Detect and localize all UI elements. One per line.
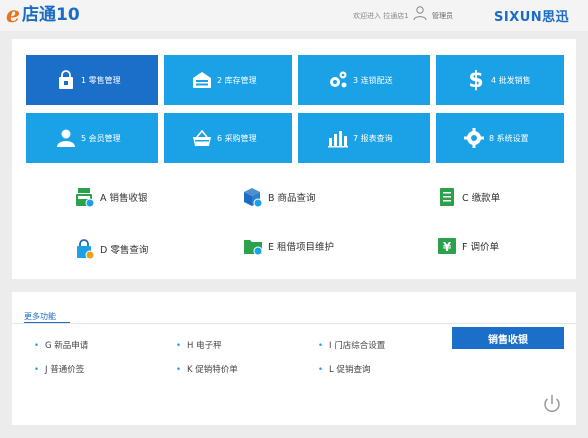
bullet-icon: •	[176, 341, 182, 351]
shortcut-label: B 商品查询	[268, 193, 316, 204]
app-logo: e 店通10	[6, 3, 80, 27]
more-item-electronic-scale[interactable]: • H 电子秤	[176, 339, 222, 351]
shortcut-product-query[interactable]: B 商品查询	[242, 186, 316, 208]
tile-inventory[interactable]: 2 库存管理	[164, 55, 292, 105]
shortcut-rental-maintenance[interactable]: E 租借项目维护	[242, 235, 334, 257]
more-functions-title[interactable]: 更多功能	[24, 311, 56, 322]
shortcut-label: E 租借项目维护	[268, 242, 335, 253]
more-item-price-label[interactable]: • J 普通价签	[34, 363, 84, 375]
tile-label: 7 报表查询	[353, 133, 393, 143]
bullet-icon: •	[318, 365, 324, 375]
tile-settings[interactable]: 8 系统设置	[436, 113, 564, 163]
welcome-text: 欢迎进入 拉通店1	[353, 12, 409, 20]
tile-label: 8 系统设置	[489, 133, 529, 143]
tile-label: 4 批发销售	[491, 75, 531, 85]
more-item-new-product[interactable]: • G 新品申请	[34, 339, 88, 351]
bullet-icon: •	[176, 365, 182, 375]
settings-gear-icon	[462, 126, 486, 150]
tile-label: 2 库存管理	[217, 75, 257, 85]
bullet-icon: •	[318, 341, 324, 351]
cash-register-icon	[76, 188, 95, 208]
gears-icon	[326, 68, 350, 92]
tile-purchase[interactable]: 6 采购管理	[164, 113, 292, 163]
shortcut-sales-cashier[interactable]: A 销售收银	[74, 186, 148, 208]
divider	[12, 323, 576, 324]
price-tag-icon: ¥	[438, 238, 456, 254]
tile-label: 3 连锁配送	[353, 75, 393, 85]
shortcut-payment-slip[interactable]: C 缴款单	[436, 186, 500, 208]
user-icon	[413, 6, 427, 21]
folder-icon	[244, 240, 263, 256]
shortcut-label: D 零售查询	[100, 245, 149, 256]
basket-icon	[190, 126, 214, 150]
tile-distribution[interactable]: 3 连锁配送	[298, 55, 430, 105]
more-item-promo-query[interactable]: • L 促销查询	[318, 363, 370, 375]
shortcut-price-adjustment[interactable]: ¥ F 调价单	[436, 235, 499, 257]
bag-icon	[54, 68, 78, 92]
shortcut-label: F 调价单	[462, 242, 499, 253]
svg-text:¥: ¥	[443, 240, 452, 254]
top-bar: e 店通10 欢迎进入 拉通店1 管理员 SIXUN思迅	[0, 0, 588, 31]
more-functions-panel	[12, 292, 576, 425]
power-icon[interactable]	[541, 393, 563, 415]
product-box-icon	[244, 188, 263, 208]
more-item-promo-price[interactable]: • K 促销特价单	[176, 363, 238, 375]
shortcut-label: A 销售收银	[100, 193, 148, 204]
username[interactable]: 管理员	[432, 11, 453, 21]
tile-wholesale[interactable]: $ 4 批发销售	[436, 55, 564, 105]
tile-reports[interactable]: 7 报表查询	[298, 113, 430, 163]
tile-label: 5 会员管理	[81, 133, 121, 143]
bullet-icon: •	[34, 365, 40, 375]
tab-underline	[24, 322, 70, 323]
tile-label: 6 采购管理	[217, 133, 257, 143]
brand-logo: SIXUN思迅	[494, 10, 570, 25]
bar-chart-icon	[326, 126, 350, 150]
shortcut-label: C 缴款单	[462, 193, 501, 204]
logo-e-icon: e	[6, 2, 20, 28]
tile-retail[interactable]: 1 零售管理	[26, 55, 158, 105]
app-title: 店通10	[22, 5, 80, 25]
dollar-icon: $	[468, 67, 484, 93]
shopping-bag-icon	[77, 239, 95, 260]
shortcut-retail-query[interactable]: D 零售查询	[74, 238, 148, 260]
member-icon	[54, 126, 78, 150]
tile-label: 1 零售管理	[81, 75, 121, 85]
document-icon	[440, 188, 454, 206]
bullet-icon: •	[34, 341, 40, 351]
more-item-store-settings[interactable]: • I 门店综合设置	[318, 339, 385, 351]
warehouse-icon	[190, 68, 214, 92]
tile-member[interactable]: 5 会员管理	[26, 113, 158, 163]
sales-cashier-button[interactable]: 销售收银	[452, 327, 564, 349]
